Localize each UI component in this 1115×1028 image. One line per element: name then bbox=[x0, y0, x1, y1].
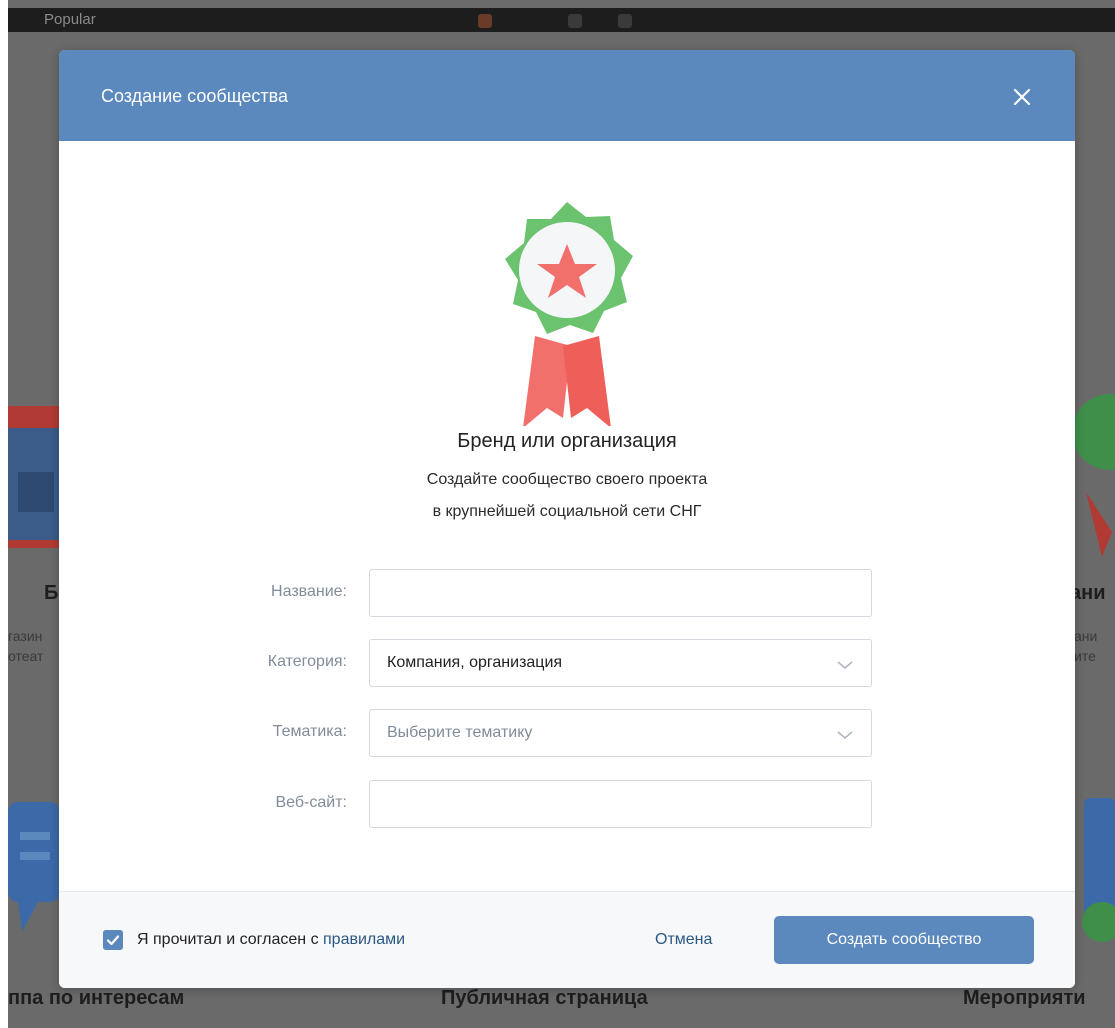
background-card-text: отеат bbox=[8, 648, 44, 664]
cancel-button[interactable]: Отмена bbox=[655, 931, 712, 949]
background-card-text: ани bbox=[1074, 628, 1098, 644]
background-topbar-text: Popular bbox=[44, 11, 96, 28]
background-badge-icon bbox=[1072, 394, 1115, 557]
category-select-value: Компания, организация bbox=[387, 654, 563, 671]
close-icon[interactable] bbox=[1010, 85, 1034, 109]
name-input[interactable] bbox=[369, 569, 872, 617]
background-topbar: Popular bbox=[8, 8, 1115, 32]
modal-header: Создание сообщества bbox=[59, 50, 1075, 141]
modal-title: Создание сообщества bbox=[101, 86, 288, 106]
background-calendar-icon bbox=[1082, 798, 1115, 942]
background-card-text: ите bbox=[1074, 648, 1096, 664]
background-card-title: ппа по интересам bbox=[8, 987, 185, 1009]
topic-select[interactable]: Выберите тематику bbox=[369, 709, 872, 757]
agree-checkbox[interactable] bbox=[103, 930, 123, 950]
chevron-down-icon bbox=[837, 661, 853, 670]
modal-heading: Бренд или организация bbox=[457, 430, 677, 452]
website-label: Веб-сайт: bbox=[275, 794, 348, 811]
award-badge-icon bbox=[505, 202, 633, 426]
create-community-button[interactable]: Создать сообщество bbox=[774, 916, 1034, 964]
background-thumbnail bbox=[618, 14, 632, 28]
modal-description: в крупнейшей социальной сети СНГ bbox=[432, 503, 702, 520]
agree-text: Я прочитал и согласен с bbox=[137, 931, 324, 948]
modal-description: Создайте сообщество своего проекта bbox=[426, 471, 708, 488]
modal-footer: Я прочитал и согласен с правилами Отмена… bbox=[59, 891, 1075, 988]
agree-label: Я прочитал и согласен с правилами bbox=[137, 931, 405, 949]
rules-link[interactable]: правилами bbox=[323, 931, 405, 948]
background-thumbnail bbox=[568, 14, 582, 28]
page-edge bbox=[0, 0, 8, 1028]
background-thumbnail bbox=[478, 14, 492, 28]
background-chat-icon bbox=[8, 802, 60, 932]
topic-select-placeholder: Выберите тематику bbox=[387, 724, 533, 741]
category-select[interactable]: Компания, организация bbox=[369, 639, 872, 687]
create-community-modal: Создание сообщества Бренд или организаци… bbox=[59, 50, 1075, 988]
chevron-down-icon bbox=[837, 731, 853, 740]
background-card-title: Публичная страница bbox=[441, 987, 648, 1009]
name-label: Название: bbox=[271, 583, 347, 600]
category-label: Категория: bbox=[267, 653, 347, 670]
background-card-title: Мероприяти bbox=[963, 987, 1086, 1009]
topic-label: Тематика: bbox=[272, 723, 347, 740]
background-card-title: ани bbox=[1070, 582, 1106, 604]
background-card-title: Б bbox=[44, 582, 59, 604]
background-card-text: газин bbox=[8, 628, 43, 644]
website-input[interactable] bbox=[369, 780, 872, 828]
